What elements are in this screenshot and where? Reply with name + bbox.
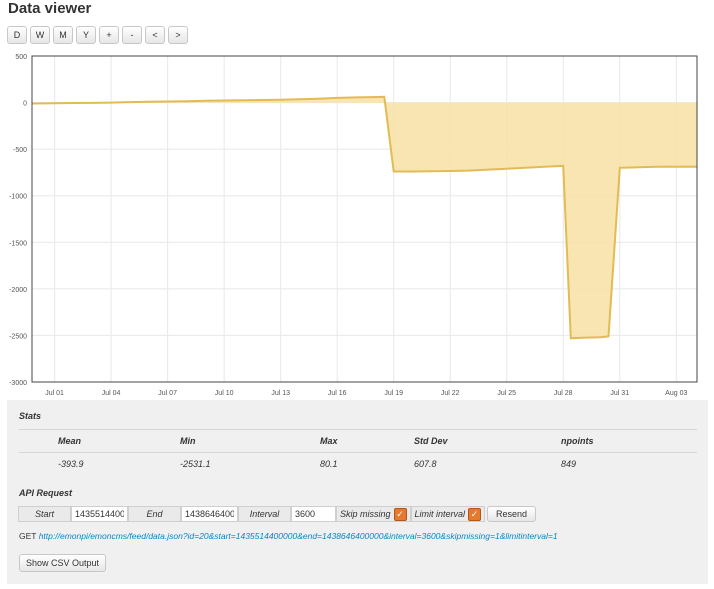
stats-header-max: Max: [320, 436, 338, 446]
x-tick-label: Jul 16: [328, 390, 347, 397]
page-title: Data viewer: [8, 0, 92, 17]
feed-chart[interactable]: 500 0 -500 -1000 -1500 -2000 -2500 -3000 Jul 01 J…: [0, 48, 714, 398]
limit-interval-checkbox[interactable]: ✓: [468, 507, 482, 521]
stats-header-stddev: Std Dev: [414, 436, 448, 446]
view-toolbar: D W M Y + - < >: [7, 26, 188, 44]
pan-right-button[interactable]: >: [168, 26, 188, 44]
stats-value-npoints: 849: [561, 459, 577, 469]
stats-heading: Stats: [19, 411, 42, 421]
skip-missing-checkbox[interactable]: ✓: [393, 507, 407, 521]
api-url-link[interactable]: http://emonpi/emoncms/feed/data.json?id=…: [39, 531, 558, 541]
interval-input[interactable]: [291, 506, 336, 522]
show-csv-button[interactable]: Show CSV Output: [19, 554, 107, 572]
y-tick-label: -1500: [9, 240, 27, 247]
stats-divider-top: [19, 429, 697, 430]
stats-header-npoints: npoints: [561, 436, 594, 446]
y-tick-label: -3000: [9, 380, 27, 387]
start-input[interactable]: [71, 506, 128, 522]
pan-left-button[interactable]: <: [145, 26, 165, 44]
x-tick-label: Jul 25: [497, 390, 516, 397]
info-panel: Stats Mean Min Max Std Dev npoints -393.…: [7, 400, 708, 584]
zoom-in-button[interactable]: +: [99, 26, 119, 44]
x-tick-label: Jul 31: [610, 390, 629, 397]
end-input[interactable]: [181, 506, 238, 522]
x-tick-label: Jul 01: [45, 390, 64, 397]
y-tick-label: 500: [15, 54, 27, 61]
x-tick-label: Jul 04: [102, 390, 121, 397]
x-tick-label: Aug 03: [665, 390, 687, 397]
x-tick-label: Jul 28: [554, 390, 573, 397]
y-tick-label: -1000: [9, 194, 27, 201]
get-request-line: GET http://emonpi/emoncms/feed/data.json…: [19, 531, 558, 541]
interval-label: Interval: [238, 506, 291, 522]
api-heading: API Request: [19, 488, 73, 498]
year-button[interactable]: Y: [76, 26, 96, 44]
stats-header-min: Min: [180, 436, 196, 446]
y-tick-label: -2000: [9, 287, 27, 294]
y-tick-label: -500: [13, 147, 27, 154]
stats-value-max: 80.1: [320, 459, 338, 469]
x-tick-label: Jul 13: [271, 390, 290, 397]
week-button[interactable]: W: [30, 26, 50, 44]
zoom-out-button[interactable]: -: [122, 26, 142, 44]
limit-interval-label: Limit interval: [414, 509, 466, 519]
x-tick-label: Jul 19: [384, 390, 403, 397]
api-request-row: Start End Interval Skip missing ✓ Limit …: [18, 506, 537, 522]
end-label: End: [128, 506, 181, 522]
stats-value-stddev: 607.8: [414, 459, 437, 469]
skip-missing-label: Skip missing: [340, 509, 391, 519]
month-button[interactable]: M: [53, 26, 73, 44]
y-tick-label: 0: [23, 101, 27, 108]
get-prefix: GET: [19, 531, 37, 541]
stats-divider-mid: [19, 452, 697, 453]
start-label: Start: [18, 506, 71, 522]
x-tick-label: Jul 10: [215, 390, 234, 397]
stats-value-mean: -393.9: [58, 459, 84, 469]
stats-value-min: -2531.1: [180, 459, 211, 469]
x-tick-label: Jul 07: [158, 390, 177, 397]
resend-button[interactable]: Resend: [487, 506, 537, 522]
skip-missing-group: Skip missing ✓: [336, 506, 411, 522]
x-tick-label: Jul 22: [441, 390, 460, 397]
day-button[interactable]: D: [7, 26, 27, 44]
limit-interval-group: Limit interval ✓: [410, 506, 486, 522]
stats-header-mean: Mean: [58, 436, 82, 446]
y-tick-label: -2500: [9, 333, 27, 340]
